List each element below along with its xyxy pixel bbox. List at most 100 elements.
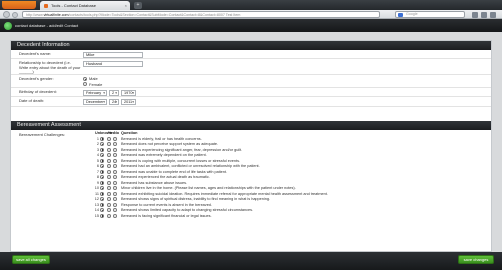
bereavement-section-title: Bereavement Assessment xyxy=(11,121,491,130)
yes-radio[interactable] xyxy=(107,213,111,218)
yes-radio[interactable] xyxy=(107,208,111,212)
unknown-radio[interactable] xyxy=(100,197,104,201)
save-all-changes-button[interactable]: save all changes xyxy=(12,255,50,264)
no-radio[interactable] xyxy=(113,164,117,168)
question-text: Bereaved experienced the actual death as… xyxy=(121,175,210,179)
unknown-radio[interactable] xyxy=(100,164,104,168)
unknown-radio[interactable] xyxy=(100,208,104,212)
gender-male-radio[interactable] xyxy=(83,76,87,81)
unknown-radio[interactable] xyxy=(100,191,104,196)
unknown-radio[interactable] xyxy=(100,158,104,163)
no-radio[interactable] xyxy=(113,197,117,201)
unknown-radio[interactable] xyxy=(100,142,104,146)
gender-female-option[interactable]: Female xyxy=(83,82,102,87)
tab-close-icon[interactable]: × xyxy=(125,3,127,8)
question-number: 1 xyxy=(96,136,99,141)
no-radio[interactable] xyxy=(113,169,117,174)
no-radio[interactable] xyxy=(113,153,117,157)
no-radio[interactable] xyxy=(113,202,117,207)
home-icon[interactable] xyxy=(490,12,496,18)
unknown-radio[interactable] xyxy=(100,136,104,141)
birthday-month-select[interactable]: February xyxy=(83,89,107,96)
question-number: 9 xyxy=(96,180,99,185)
question-text: Minor children live in the home. (Please… xyxy=(121,186,296,190)
no-radio[interactable] xyxy=(113,142,117,146)
unknown-radio[interactable] xyxy=(100,186,104,190)
yes-radio[interactable] xyxy=(107,202,111,207)
no-radio[interactable] xyxy=(113,213,117,218)
browser-tab[interactable]: Tools - Contact Database × xyxy=(40,1,130,10)
yes-radio[interactable] xyxy=(107,158,111,163)
yes-radio[interactable] xyxy=(107,186,111,190)
question-text: Bereaved is coping with multiple, concur… xyxy=(121,158,241,163)
url-path: /contacts/tools.php?Mode=Tools&Section=C… xyxy=(68,12,241,17)
no-radio[interactable] xyxy=(113,180,117,185)
question-number: 13 xyxy=(94,202,99,207)
no-radio[interactable] xyxy=(113,186,117,190)
no-radio[interactable] xyxy=(113,158,117,163)
unknown-radio[interactable] xyxy=(100,169,104,174)
unknown-radio[interactable] xyxy=(100,180,104,185)
downloads-icon[interactable] xyxy=(481,12,487,18)
unknown-radio[interactable] xyxy=(100,213,104,218)
no-radio[interactable] xyxy=(113,175,117,179)
forward-icon[interactable] xyxy=(12,11,18,18)
bookmarks-icon[interactable] xyxy=(472,12,478,18)
unknown-radio[interactable] xyxy=(100,175,104,179)
question-number: 14 xyxy=(94,208,99,212)
yes-radio[interactable] xyxy=(107,164,111,168)
footer-bar: save all changes save changes xyxy=(0,252,502,270)
browser-titlebar: Tools - Contact Database × + xyxy=(0,0,502,10)
question-number: 15 xyxy=(94,213,99,218)
yes-radio[interactable] xyxy=(107,169,111,174)
no-radio[interactable] xyxy=(113,136,117,141)
no-radio[interactable] xyxy=(113,147,117,152)
question-number: 3 xyxy=(96,147,99,152)
unknown-radio[interactable] xyxy=(100,153,104,157)
yes-radio[interactable] xyxy=(107,191,111,196)
back-icon[interactable] xyxy=(3,11,10,18)
yes-radio[interactable] xyxy=(107,180,111,185)
app-logo-icon xyxy=(4,21,12,30)
death-month-select[interactable]: December xyxy=(83,99,107,105)
death-year-select[interactable]: 2011 xyxy=(121,99,136,105)
gender-label: Decedent's gender: xyxy=(19,76,54,81)
gender-female-radio[interactable] xyxy=(83,82,87,87)
no-radio[interactable] xyxy=(113,191,117,196)
tab-title: Tools - Contact Database xyxy=(51,3,96,8)
search-input[interactable]: Google xyxy=(395,11,465,18)
yes-radio[interactable] xyxy=(107,153,111,157)
decedent-name-input[interactable]: Mike xyxy=(83,51,143,58)
birthday-day-select[interactable]: 2 xyxy=(109,89,119,96)
new-tab-button[interactable]: + xyxy=(134,2,142,9)
birthday-year-select[interactable]: 1970 xyxy=(121,89,136,96)
yes-radio[interactable] xyxy=(107,147,111,152)
no-radio[interactable] xyxy=(113,208,117,212)
relationship-input[interactable]: Husband xyxy=(83,61,143,67)
search-placeholder: Google xyxy=(406,12,418,16)
question-number: 2 xyxy=(96,142,99,146)
relationship-row: Relationship to decedent (i.e. Write ent… xyxy=(11,59,491,75)
gender-male-option[interactable]: Male xyxy=(83,76,98,81)
question-text: Bereaved is experiencing significant ang… xyxy=(121,147,243,152)
question-number: 7 xyxy=(96,169,99,174)
yes-radio[interactable] xyxy=(107,197,111,201)
save-changes-button[interactable]: save changes xyxy=(458,255,494,264)
unknown-radio[interactable] xyxy=(100,147,104,152)
yes-radio[interactable] xyxy=(107,136,111,141)
question-text: Response to current events is absent in … xyxy=(121,202,212,207)
question-text: Bereaved shows limited capacity to adapt… xyxy=(121,208,254,212)
form-panel: Decedent Information Decedent's name: Mi… xyxy=(10,40,492,252)
col-no: No xyxy=(114,131,120,135)
unknown-radio[interactable] xyxy=(100,202,104,207)
favicon-icon xyxy=(44,3,48,8)
question-text: Bereaved has substance abuse issues. xyxy=(121,180,188,185)
yes-radio[interactable] xyxy=(107,175,111,179)
gender-male-label: Male xyxy=(89,76,98,81)
url-bar[interactable]: http://www. virtualfinite.com /contacts/… xyxy=(22,11,380,18)
question-text: Bereaved is facing significant financial… xyxy=(121,213,212,218)
yes-radio[interactable] xyxy=(107,142,111,146)
app-window: Tools - Contact Database × + http://www.… xyxy=(0,0,502,270)
browser-menu-button[interactable] xyxy=(2,1,36,9)
death-day-select[interactable]: 24 xyxy=(109,99,119,105)
